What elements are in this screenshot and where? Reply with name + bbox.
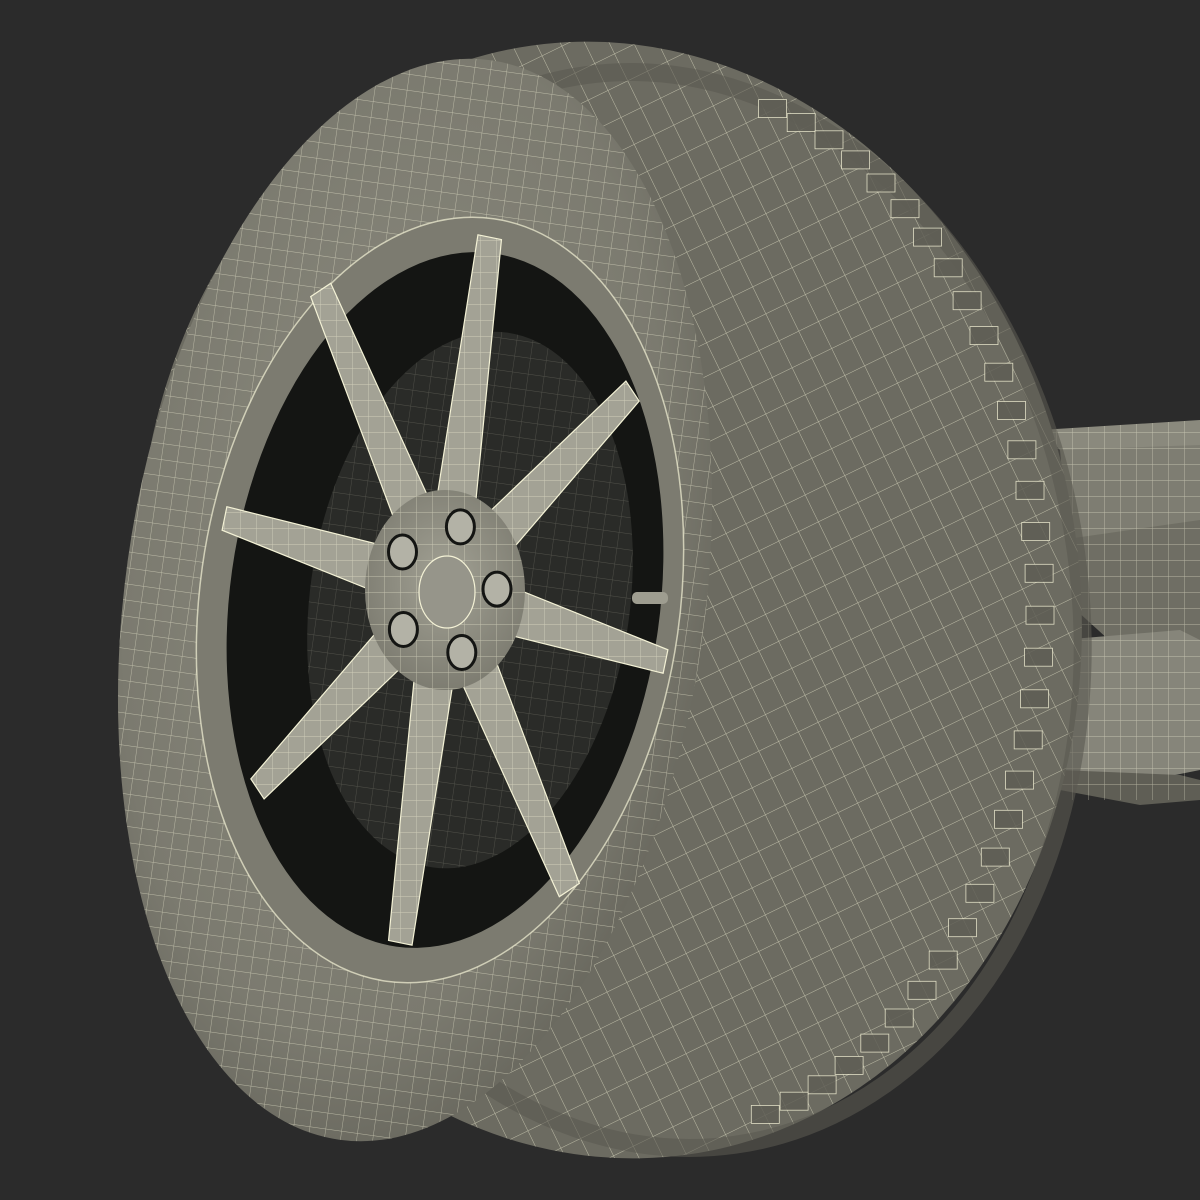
render-viewport <box>0 0 1200 1200</box>
tread-block <box>1005 770 1034 790</box>
tread-block <box>969 326 999 346</box>
tread-block <box>1021 522 1051 541</box>
tread-block <box>1020 689 1049 709</box>
tread-block <box>1015 480 1045 500</box>
tread-block <box>948 918 977 938</box>
tread-block <box>1024 563 1054 583</box>
wheel-render <box>0 0 1200 1200</box>
tread-block <box>933 258 963 278</box>
valve-stem <box>632 592 668 604</box>
tread-block <box>750 1105 780 1124</box>
tread-block <box>928 950 958 970</box>
tread-block <box>994 809 1023 829</box>
tread-block <box>965 883 995 903</box>
tread-block <box>913 227 942 247</box>
tread-block <box>758 99 787 118</box>
tread-block <box>786 113 816 132</box>
lug-nut <box>387 611 419 648</box>
tread-block <box>860 1033 890 1053</box>
tread-block <box>884 1008 914 1028</box>
lug-nut <box>387 533 418 571</box>
tread-block <box>779 1091 809 1111</box>
tread-block <box>1024 647 1053 667</box>
tread-block <box>1013 730 1043 750</box>
tread-block <box>984 362 1014 382</box>
lug-nut <box>444 508 476 546</box>
tread-block <box>1007 440 1037 460</box>
tread-block <box>841 150 870 170</box>
lug-nut <box>481 570 513 608</box>
tread-block <box>997 400 1026 420</box>
tread-block <box>907 980 937 1000</box>
lug-nut <box>446 634 478 671</box>
tread-block <box>834 1056 864 1075</box>
tread-block <box>814 130 844 150</box>
tread-block <box>1025 605 1055 625</box>
tread-block <box>890 199 920 219</box>
tread-block <box>952 291 982 311</box>
tread-block <box>866 173 896 193</box>
tread-block <box>980 847 1010 867</box>
tread-block <box>807 1075 837 1095</box>
